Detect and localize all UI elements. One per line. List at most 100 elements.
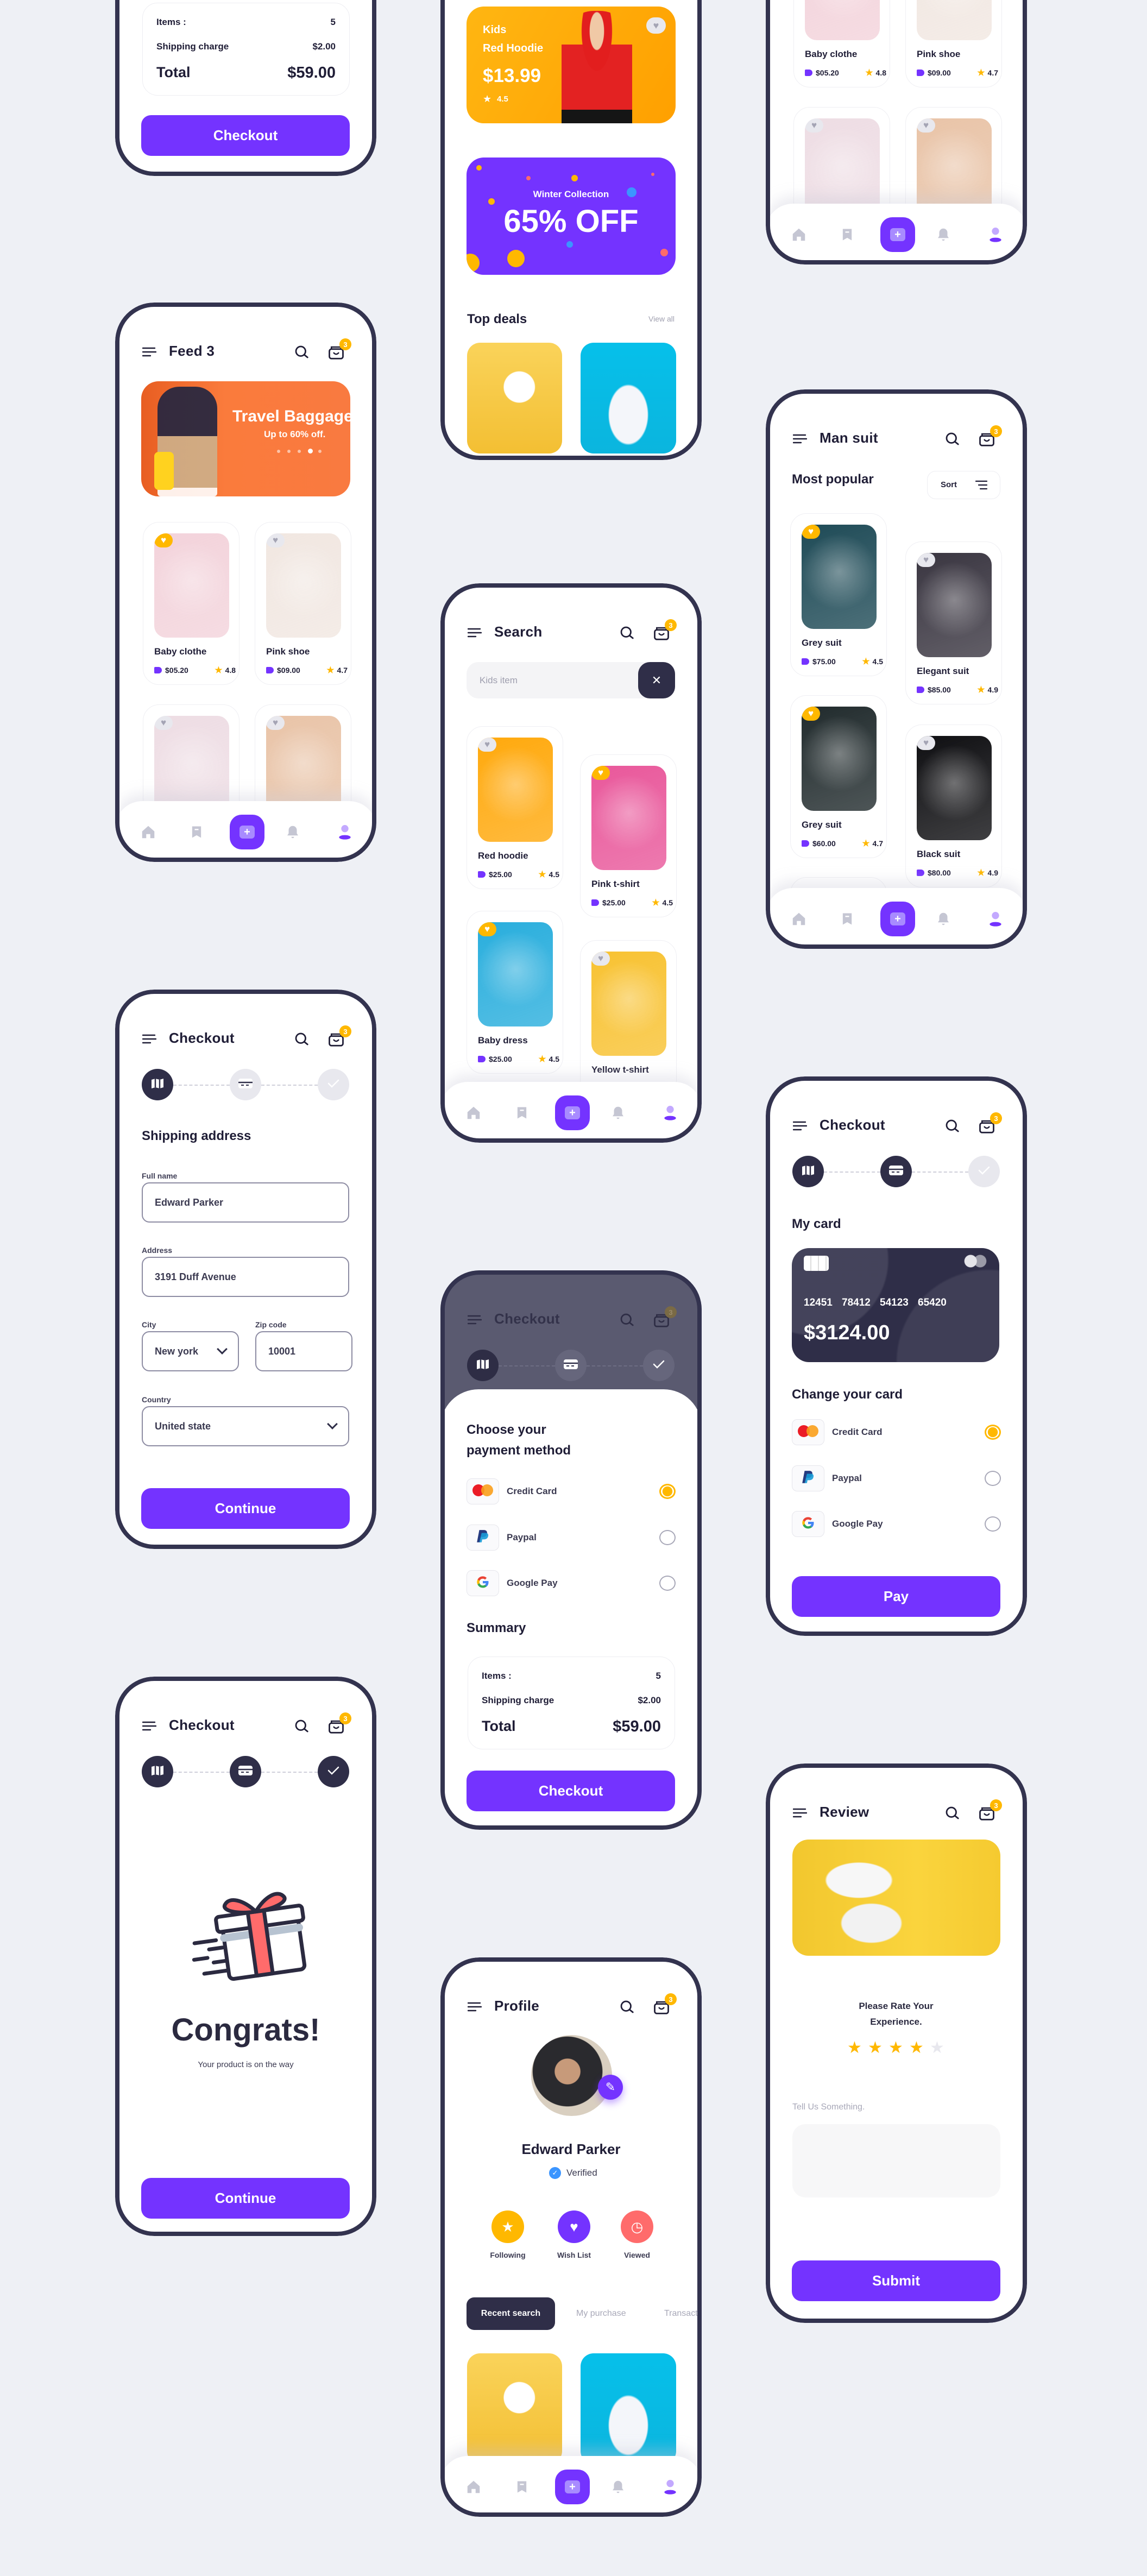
heart-icon[interactable]: ♥ [805, 118, 823, 133]
tab-recent-search[interactable]: Recent search [467, 2297, 555, 2330]
heart-icon[interactable]: ♥ [591, 952, 610, 966]
add-button[interactable]: + [880, 902, 915, 936]
user-icon[interactable] [987, 910, 1004, 930]
home-icon[interactable] [791, 226, 807, 245]
heart-icon[interactable]: ♥ [802, 525, 820, 539]
continue-button[interactable]: Continue [141, 2178, 350, 2219]
checkout-button[interactable]: Checkout [467, 1771, 675, 1811]
product-card[interactable]: ♥ Baby clothe $05.20 ★4.8 [793, 0, 890, 87]
bookmark-icon[interactable] [189, 824, 204, 843]
product-card[interactable]: ♥ Baby dress $25.00 ★ 4.5 [467, 911, 563, 1074]
product-card[interactable]: ♥ Grey suit $60.00 ★ 4.7 [790, 695, 887, 858]
headphones-image[interactable] [467, 343, 562, 454]
edit-avatar-button[interactable]: ✎ [598, 2075, 623, 2100]
heart-icon[interactable]: ♥ [154, 716, 173, 730]
search-icon[interactable] [619, 1312, 635, 1331]
continue-button[interactable]: Continue [141, 1488, 350, 1529]
add-button[interactable]: + [880, 217, 915, 252]
payment-option[interactable]: Paypal [792, 1465, 1001, 1492]
home-icon[interactable] [465, 1105, 482, 1124]
heart-icon[interactable]: ♥ [478, 738, 496, 752]
bell-icon[interactable] [610, 2479, 626, 2498]
radio-button[interactable] [659, 1530, 676, 1545]
city-select[interactable]: New york [142, 1331, 239, 1371]
heart-icon[interactable]: ♥ [802, 707, 820, 721]
payment-option[interactable]: Credit Card [467, 1478, 676, 1506]
rating-star[interactable]: ★ [847, 2038, 862, 2057]
product-card[interactable]: ♥ Grey suit $75.00 ★ 4.5 [790, 513, 887, 676]
comment-textarea[interactable] [792, 2124, 1000, 2197]
heart-icon[interactable]: ♥ [646, 17, 666, 34]
search-icon[interactable] [944, 431, 960, 450]
heart-icon[interactable]: ♥ [478, 922, 496, 936]
address-field[interactable]: 3191 Duff Avenue [142, 1257, 349, 1297]
action-heart-button[interactable]: ♥ [558, 2210, 590, 2243]
bookmark-icon[interactable] [514, 1105, 530, 1124]
search-icon[interactable] [293, 1031, 310, 1050]
user-icon[interactable] [987, 225, 1004, 245]
radio-button[interactable] [985, 1471, 1001, 1486]
search-icon[interactable] [619, 625, 635, 644]
country-select[interactable]: United state [142, 1406, 349, 1446]
radio-button[interactable] [659, 1484, 676, 1499]
radio-button[interactable] [659, 1576, 676, 1591]
rating-star[interactable]: ★ [888, 2038, 903, 2057]
winter-banner[interactable]: Winter Collection 65% OFF [467, 158, 676, 275]
clear-search-button[interactable]: ✕ [638, 662, 675, 698]
search-icon[interactable] [944, 1118, 960, 1137]
payment-option[interactable]: Google Pay [792, 1511, 1001, 1538]
menu-icon[interactable] [142, 1721, 157, 1734]
heart-icon[interactable]: ♥ [154, 533, 173, 547]
credit-card[interactable]: 12451 78412 54123 65420 $3124.00 [792, 1248, 999, 1362]
product-card[interactable]: ♥ Pink t-shirt $25.00 ★ 4.5 [580, 754, 677, 917]
home-icon[interactable] [465, 2479, 482, 2498]
radio-button[interactable] [985, 1425, 1001, 1440]
avatar[interactable] [531, 2035, 612, 2116]
carousel-dot[interactable] [277, 450, 280, 453]
sneakers-image[interactable] [581, 343, 676, 454]
heart-icon[interactable]: ♥ [917, 118, 935, 133]
payment-option[interactable]: Credit Card [792, 1419, 1001, 1446]
zip-field[interactable]: 10001 [255, 1331, 352, 1371]
home-icon[interactable] [140, 824, 156, 843]
user-icon[interactable] [661, 1104, 679, 1124]
sneakers-image[interactable] [581, 2353, 676, 2464]
heart-icon[interactable]: ♥ [917, 736, 935, 750]
search-input[interactable]: Kids item [480, 662, 626, 698]
bell-icon[interactable] [935, 911, 951, 930]
search-icon[interactable] [944, 1805, 960, 1824]
submit-button[interactable]: Submit [792, 2260, 1000, 2301]
heart-icon[interactable]: ♥ [266, 716, 285, 730]
payment-option[interactable]: Google Pay [467, 1570, 676, 1597]
promo-banner[interactable]: Travel Baggage Up to 60% off. [141, 381, 350, 496]
product-card[interactable]: ♥ Black suit $80.00 ★ 4.9 [905, 725, 1002, 887]
menu-icon[interactable] [142, 1034, 157, 1047]
menu-icon[interactable] [467, 1314, 482, 1328]
menu-icon[interactable] [792, 433, 808, 447]
search-icon[interactable] [293, 1718, 310, 1737]
add-button[interactable]: + [555, 1095, 590, 1130]
search-icon[interactable] [619, 1999, 635, 2018]
tab-my-purchase[interactable]: My purchase [576, 2297, 626, 2330]
rating-star[interactable]: ★ [930, 2038, 944, 2057]
tab-transaction[interactable]: Transaction [664, 2297, 702, 2330]
full_name-field[interactable]: Edward Parker [142, 1182, 349, 1223]
menu-icon[interactable] [467, 627, 482, 641]
action-star-button[interactable]: ★ [491, 2210, 524, 2243]
view-all-link[interactable]: View all [648, 314, 675, 323]
product-card[interactable]: ♥Yellow t-shirt$25.00★4.5 [580, 940, 677, 1103]
bookmark-icon[interactable] [840, 911, 855, 930]
action-clock-button[interactable]: ◷ [621, 2210, 653, 2243]
user-icon[interactable] [661, 2478, 679, 2498]
bookmark-icon[interactable] [514, 2479, 530, 2498]
product-card[interactable]: ♥ Elegant suit $85.00 ★ 4.9 [905, 541, 1002, 704]
home-icon[interactable] [791, 911, 807, 930]
product-card[interactable]: ♥ Red hoodie $25.00 ★ 4.5 [467, 726, 563, 889]
rating-star[interactable]: ★ [868, 2038, 883, 2057]
product-card[interactable]: ♥ Pink shoe $09.00 ★4.7 [255, 522, 351, 685]
carousel-dot[interactable] [318, 450, 322, 453]
payment-option[interactable]: Paypal [467, 1525, 676, 1552]
add-button[interactable]: + [555, 2470, 590, 2504]
rating-star[interactable]: ★ [909, 2038, 924, 2057]
carousel-dot[interactable] [308, 449, 313, 454]
